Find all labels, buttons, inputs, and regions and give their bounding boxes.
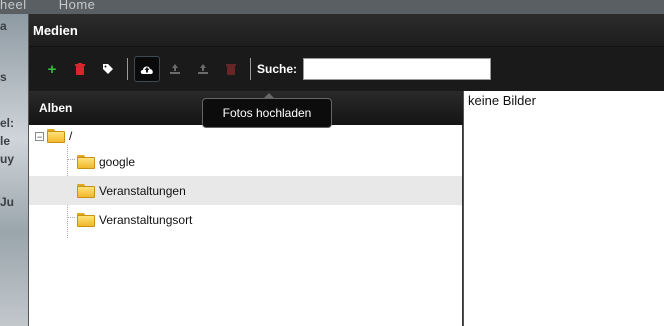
background-text-fragment: s [0,70,7,84]
delete-button[interactable] [67,56,93,82]
tree-node-veranstaltungen[interactable]: Veranstaltungen [29,176,462,205]
tree-node-veranstaltungsort[interactable]: Veranstaltungsort [29,205,462,234]
add-button[interactable]: + [39,56,65,82]
trash-button[interactable] [218,56,244,82]
edit-tag-button[interactable] [95,56,121,82]
background-text-fragment: uy [0,152,15,166]
toolbar-separator [250,58,251,80]
background-text-fragment: Ju [0,195,15,209]
collapse-toggle-icon[interactable]: − [35,131,44,141]
tree-node-label: Veranstaltungsort [99,212,193,227]
tree-node-label: google [99,154,136,169]
albums-tree-pane: − / google Veranstaltungen Veranstaltung… [29,125,463,326]
tag-icon [103,64,113,74]
background-menu-item: Home [58,0,96,12]
dialog-content: Alben − / google Veranstaltungen Veranst… [29,91,664,326]
upload-cloud-icon [140,65,153,74]
media-dialog: Medien + Suche: Alben − / google Veranst… [28,14,664,326]
background-left-strip [0,14,30,326]
folder-icon [77,183,95,198]
download-icon [198,64,208,74]
folder-icon [77,154,95,169]
tree-node-google[interactable]: google [29,147,462,176]
toolbar: + Suche: [29,47,664,91]
trash-icon [226,64,236,75]
import-button[interactable] [162,56,188,82]
folder-icon [77,212,95,227]
toolbar-separator [127,58,128,80]
tree-node-root[interactable]: − / [29,125,462,147]
search-label: Suche: [257,62,298,76]
background-text-fragment: le [0,134,11,148]
add-icon: + [47,60,57,78]
delete-icon [75,63,85,75]
albums-header-label: Alben [39,101,73,115]
background-text-fragment: el: [0,116,15,130]
tree-node-label: / [69,129,73,143]
background-menu-item: heel [0,0,27,12]
images-pane: keine Bilder [463,91,664,326]
folder-open-icon [47,129,65,143]
import-icon [170,64,180,74]
background-text-fragment: a [0,19,7,33]
search-input[interactable] [303,58,492,80]
tree-node-label: Veranstaltungen [99,183,186,198]
dialog-title: Medien [33,22,78,38]
download-button[interactable] [190,56,216,82]
album-tree: − / google Veranstaltungen Veranstaltung… [29,125,462,238]
upload-photos-button[interactable] [134,56,160,82]
empty-images-message: keine Bilder [468,93,536,108]
tooltip-text: Fotos hochladen [222,106,312,120]
dialog-titlebar[interactable]: Medien [29,14,664,47]
background-top-menu: heel Home [0,0,123,12]
upload-tooltip: Fotos hochladen [202,93,332,128]
